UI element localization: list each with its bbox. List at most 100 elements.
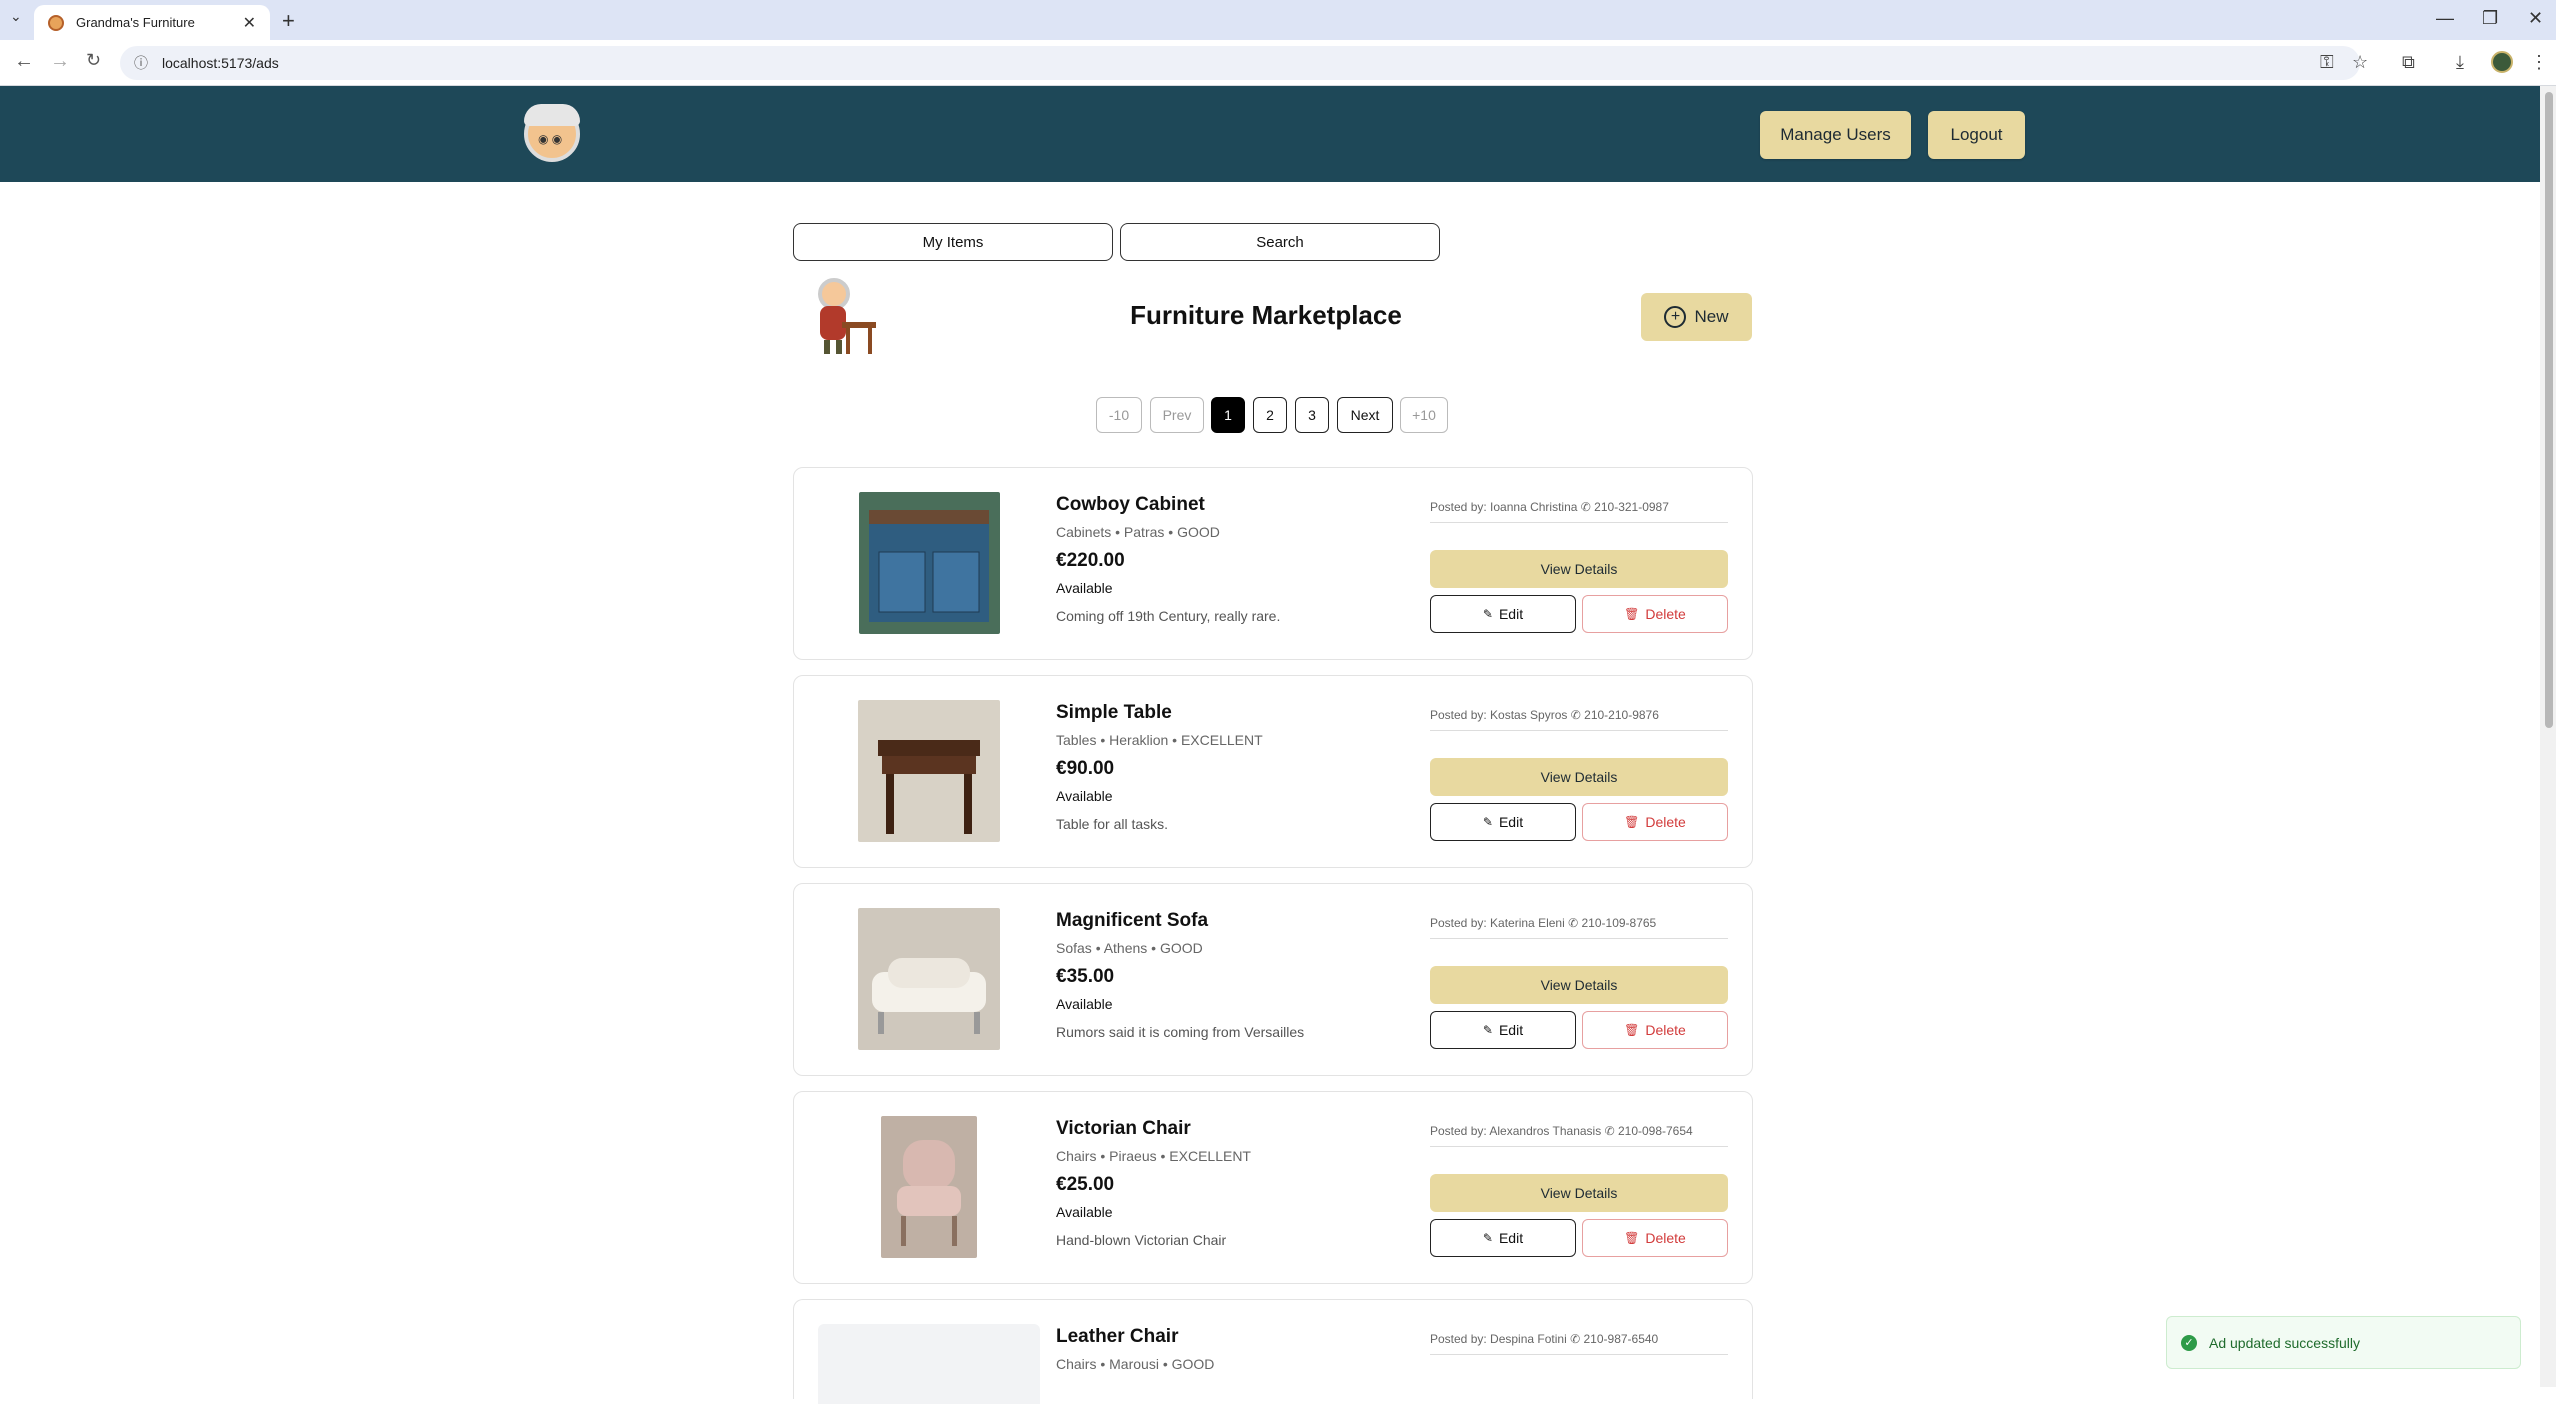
phone-icon: ✆ [1570,708,1581,722]
listing-image[interactable] [881,1116,977,1258]
profile-avatar[interactable] [2491,51,2513,73]
url-field[interactable]: ⓘ localhost:5173/ads [120,46,2360,80]
minimize-icon[interactable]: — [2436,8,2454,29]
posted-by-text: Posted by: Despina Fotini [1430,1332,1567,1346]
listing-price: €35.00 [1056,966,1115,987]
manage-users-button[interactable]: Manage Users [1760,111,1911,159]
listing-availability: Available [1056,1204,1113,1220]
listing-description: Coming off 19th Century, really rare. [1056,608,1281,624]
phone-icon: ✆ [1604,1124,1615,1138]
browser-tab-bar: ⌄ Grandma's Furniture ✕ + — ❐ ✕ [0,0,2556,40]
tab-search[interactable]: Search [1120,223,1440,261]
listing-card: Magnificent Sofa Sofas • Athens • GOOD €… [793,883,1753,1076]
pagination-plus10[interactable]: +10 [1400,397,1448,433]
phone-number: 210-098-7654 [1617,1124,1693,1138]
listing-title[interactable]: Victorian Chair [1056,1118,1191,1140]
listing-title[interactable]: Magnificent Sofa [1056,910,1208,932]
posted-by-text: Posted by: Kostas Spyros [1430,708,1568,722]
edit-button[interactable]: ✎ Edit [1430,1219,1576,1257]
edit-pencil-icon: ✎ [1482,607,1493,621]
extensions-puzzle-icon[interactable]: ⧉ [2402,52,2415,73]
view-details-button[interactable]: View Details [1430,758,1728,796]
phone-icon: ✆ [1568,916,1579,930]
edit-button[interactable]: ✎ Edit [1430,595,1576,633]
listing-title[interactable]: Cowboy Cabinet [1056,494,1205,516]
delete-label: Delete [1645,1230,1686,1246]
posted-by-text: Posted by: Alexandros Thanasis [1430,1124,1602,1138]
listing-image[interactable] [858,700,1000,842]
pagination-page-3[interactable]: 3 [1295,397,1329,433]
trash-icon: 🗑 [1624,1023,1640,1037]
listing-meta: Cabinets • Patras • GOOD [1056,524,1220,540]
edit-button[interactable]: ✎ Edit [1430,803,1576,841]
tab-search-chevron-icon[interactable]: ⌄ [10,8,22,25]
trash-icon: 🗑 [1624,815,1640,829]
delete-button[interactable]: 🗑 Delete [1582,1011,1728,1049]
edit-label: Edit [1498,814,1524,830]
edit-pencil-icon: ✎ [1482,1231,1493,1245]
grandma-logo-icon[interactable]: ◉ ◉ [524,104,580,162]
bookmark-star-icon[interactable]: ☆ [2352,52,2368,73]
listing-image[interactable] [859,492,1000,634]
pagination-prev[interactable]: Prev [1150,397,1204,433]
listing-card: Leather Chair Chairs • Marousi • GOOD Po… [793,1299,1753,1404]
site-info-icon[interactable]: ⓘ [134,53,148,73]
back-arrow-icon[interactable]: ← [14,50,34,73]
listing-image[interactable] [858,908,1000,1050]
edit-pencil-icon: ✎ [1482,1023,1493,1037]
delete-button[interactable]: 🗑 Delete [1582,595,1728,633]
listing-price: €220.00 [1056,550,1125,571]
listing-card: Cowboy Cabinet Cabinets • Patras • GOOD … [793,467,1753,660]
tab-my-items[interactable]: My Items [793,223,1113,261]
view-details-button[interactable]: View Details [1430,966,1728,1004]
listing-card: Simple Table Tables • Heraklion • EXCELL… [793,675,1753,868]
posted-by-text: Posted by: Katerina Eleni [1430,916,1565,930]
phone-number: 210-321-0987 [1594,500,1669,514]
delete-button[interactable]: 🗑 Delete [1582,1219,1728,1257]
listing-price: €25.00 [1056,1174,1115,1195]
listing-image-placeholder[interactable] [818,1324,1040,1404]
edit-button[interactable]: ✎ Edit [1430,1011,1576,1049]
pagination-page-1[interactable]: 1 [1211,397,1245,433]
trash-icon: 🗑 [1624,607,1640,621]
grandma-illustration-icon [818,278,876,354]
listing-posted-by: Posted by: Kostas Spyros ✆ 210-210-9876 [1430,708,1728,731]
phone-icon: ✆ [1570,1332,1581,1346]
reload-icon[interactable]: ↻ [86,50,101,71]
restore-icon[interactable]: ❐ [2482,8,2498,29]
listing-availability: Available [1056,996,1113,1012]
window-close-icon[interactable]: ✕ [2528,8,2543,29]
password-key-icon[interactable]: ⚿ [2320,52,2334,73]
listing-posted-by: Posted by: Katerina Eleni ✆ 210-109-8765 [1430,916,1728,939]
pagination-next[interactable]: Next [1337,397,1393,433]
new-ad-button[interactable]: + New [1641,293,1752,341]
scrollbar-thumb[interactable] [2545,92,2553,728]
view-details-button[interactable]: View Details [1430,1174,1728,1212]
delete-button[interactable]: 🗑 Delete [1582,803,1728,841]
listing-title[interactable]: Simple Table [1056,702,1172,724]
listing-description: Hand-blown Victorian Chair [1056,1232,1227,1248]
edit-label: Edit [1498,1022,1524,1038]
forward-arrow-icon[interactable]: → [50,50,70,73]
download-icon[interactable]: ⤓ [2456,52,2464,73]
delete-label: Delete [1645,1022,1686,1038]
site-header [0,86,2540,182]
success-toast[interactable]: ✓ Ad updated successfully [2166,1316,2521,1369]
view-details-button[interactable]: View Details [1430,550,1728,588]
new-tab-plus-icon[interactable]: + [282,8,295,34]
pagination-page-2[interactable]: 2 [1253,397,1287,433]
posted-by-text: Posted by: Ioanna Christina [1430,500,1578,514]
tab-close-icon[interactable]: ✕ [243,13,256,33]
listing-availability: Available [1056,580,1113,596]
browser-menu-icon[interactable]: ⋮ [2530,52,2548,73]
listing-availability: Available [1056,788,1113,804]
listing-title[interactable]: Leather Chair [1056,1326,1178,1348]
listing-meta: Tables • Heraklion • EXCELLENT [1056,732,1263,748]
listing-posted-by: Posted by: Ioanna Christina ✆ 210-321-09… [1430,500,1728,523]
phone-number: 210-987-6540 [1583,1332,1659,1346]
favicon-icon [48,14,64,31]
browser-tab[interactable]: Grandma's Furniture ✕ [34,5,270,40]
logout-button[interactable]: Logout [1928,111,2025,159]
pagination-minus10[interactable]: -10 [1096,397,1142,433]
listing-meta: Chairs • Piraeus • EXCELLENT [1056,1148,1251,1164]
